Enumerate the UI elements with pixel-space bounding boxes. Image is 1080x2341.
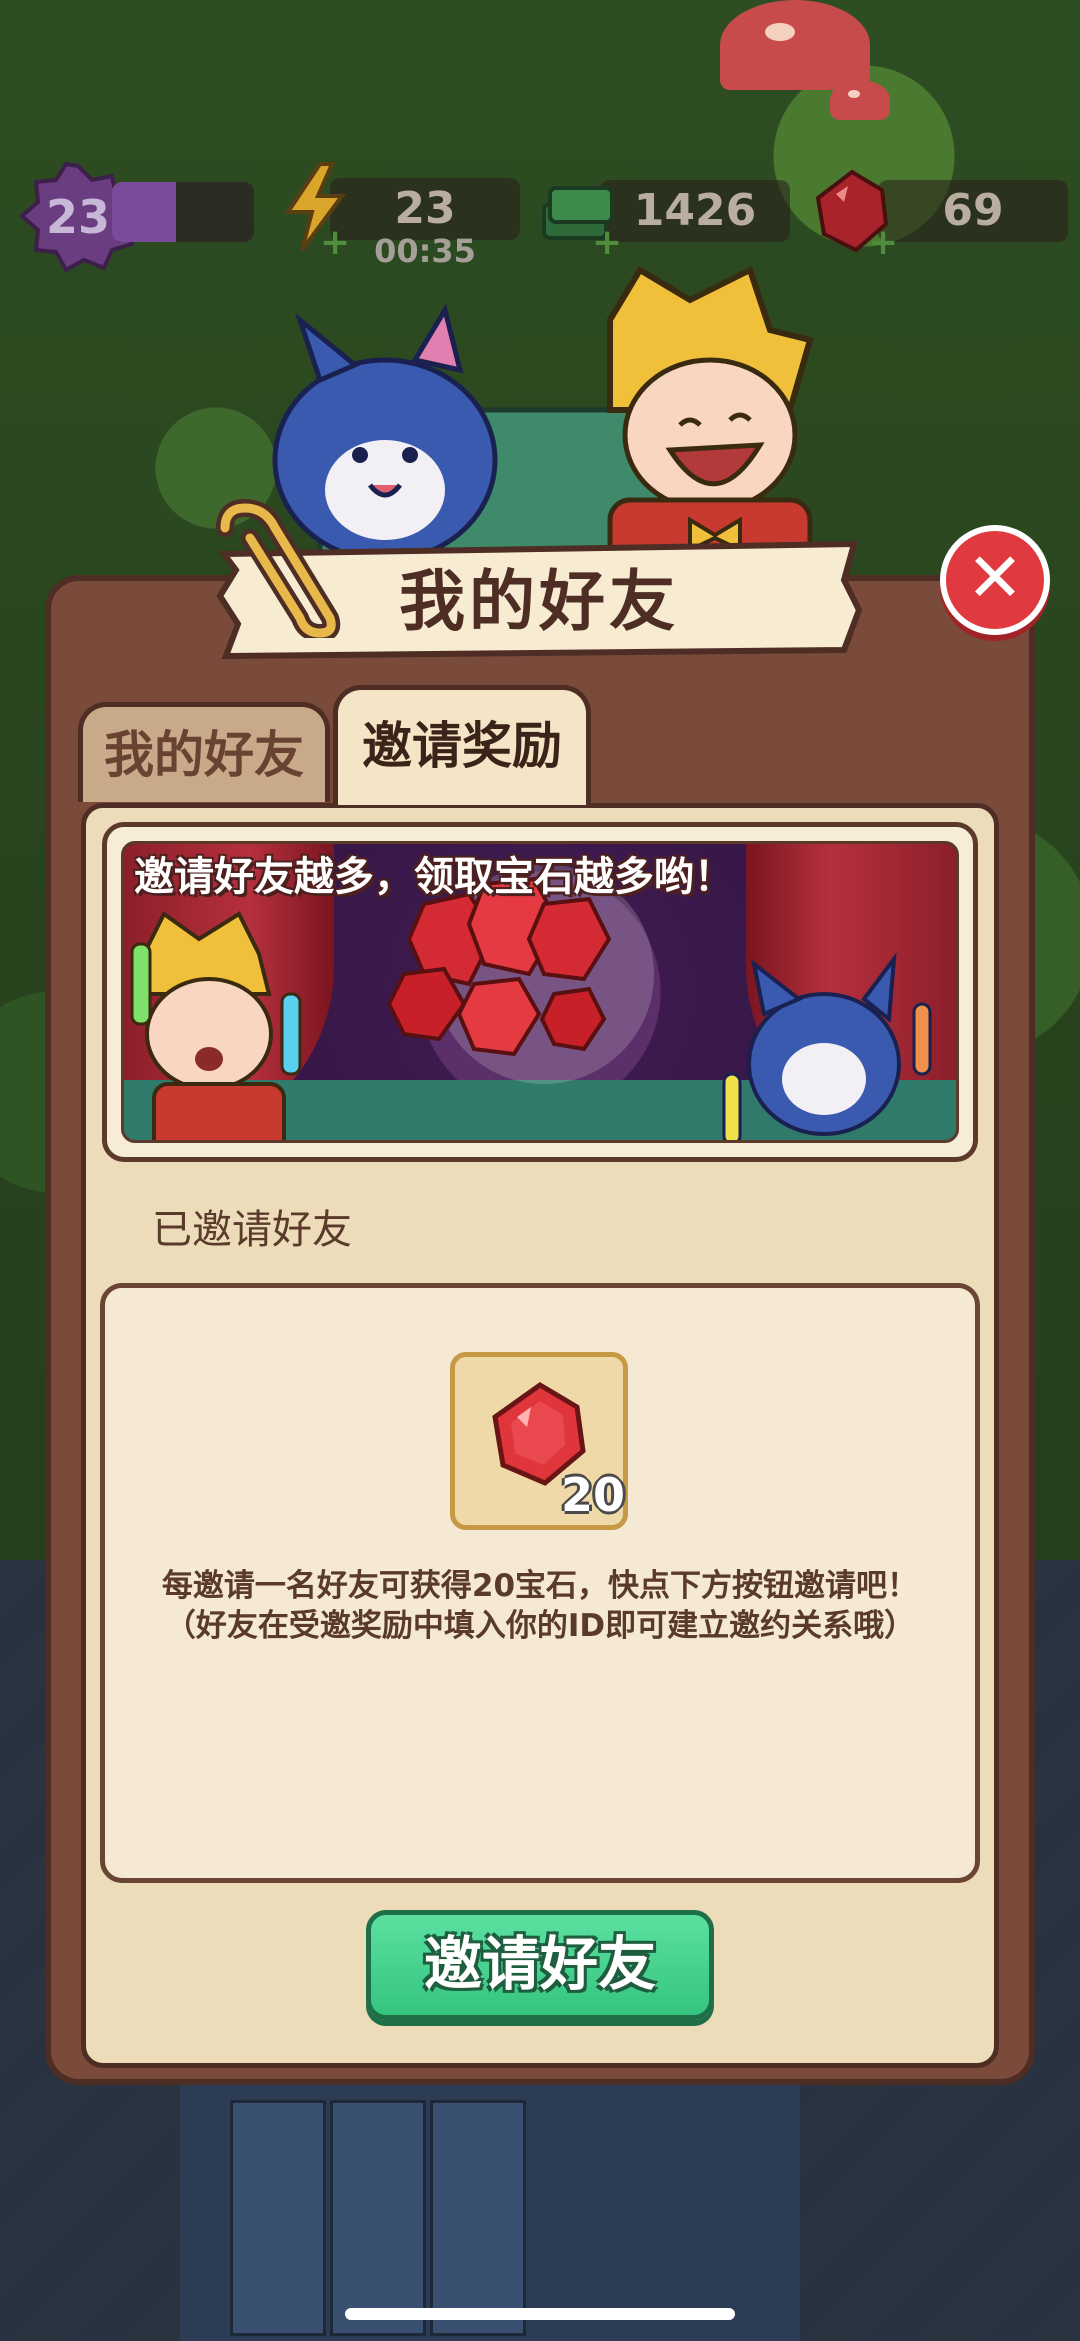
invite-friends-button-label: 邀请好友 [423,1930,656,1998]
close-icon: ✕ [966,539,1024,618]
tab-my-friends-label: 我的好友 [104,726,304,784]
energy-value: 23 [394,183,456,234]
paperclip-icon [216,498,341,638]
invite-note: （好友在受邀奖励中填入你的ID即可建立邀约关系哦） [164,1608,916,1644]
locker [430,2100,526,2336]
banner-caption: 邀请好友越多，领取宝石越多哟！ [134,854,734,900]
home-indicator[interactable] [345,2308,735,2320]
energy-counter[interactable]: 23 [330,178,520,240]
mushroom-decoration [830,80,890,120]
cash-value: 1426 [633,185,757,236]
tab-my-friends[interactable]: 我的好友 [78,702,330,802]
tab-invite-rewards[interactable]: 邀请奖励 [333,685,591,805]
gem-reward-count: 20 [560,1468,625,1522]
locker [230,2100,326,2336]
invite-friends-button[interactable]: 邀请好友 [366,1910,714,2020]
mushroom-decoration [720,0,870,90]
locker [330,2100,426,2336]
add-cash-button[interactable]: + [592,225,622,261]
add-energy-button[interactable]: + [320,225,350,261]
gem-value: 69 [942,185,1004,236]
tab-invite-rewards-label: 邀请奖励 [362,717,562,775]
cash-counter[interactable]: 1426 [600,180,790,242]
xp-progress-bar [112,182,254,242]
close-button[interactable]: ✕ [940,525,1050,635]
invite-description: 每邀请一名好友可获得20宝石，快点下方按钮邀请吧！ [161,1568,919,1604]
invited-friends-label: 已邀请好友 [152,1207,352,1253]
xp-progress-fill [112,182,176,242]
add-gems-button[interactable]: + [868,225,898,261]
gem-counter[interactable]: 69 [878,180,1068,242]
